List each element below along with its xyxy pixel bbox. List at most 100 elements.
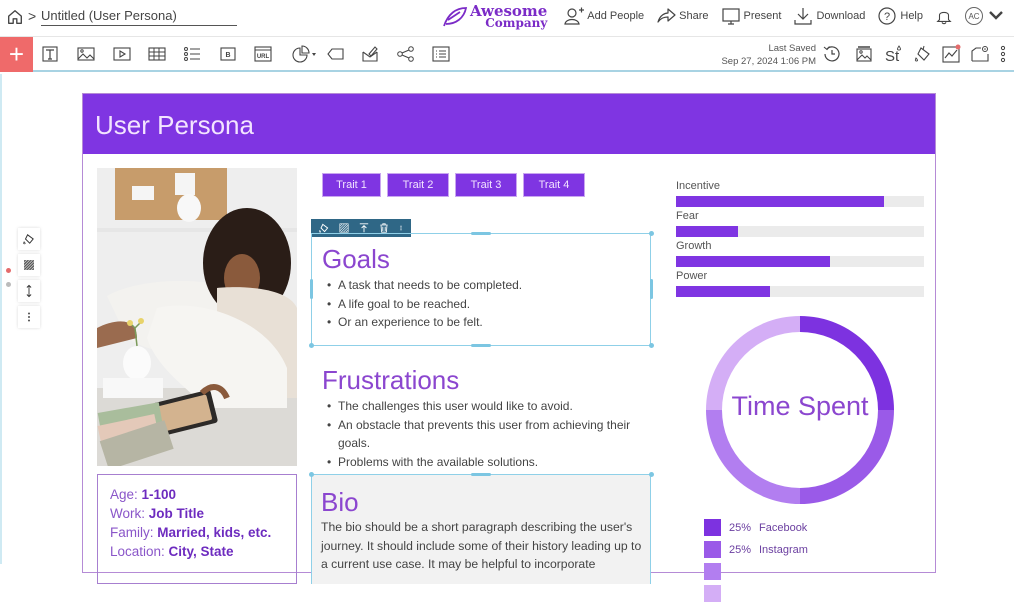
more-options-button[interactable] <box>996 43 1010 65</box>
resize-handle[interactable] <box>649 343 654 348</box>
motivation-bar-track <box>676 286 924 297</box>
home-icon[interactable] <box>6 8 24 26</box>
content-list-tool[interactable] <box>429 43 453 65</box>
last-saved-label: Last Saved <box>768 43 816 54</box>
table-icon <box>148 47 166 61</box>
info-family-value: Married, kids, etc. <box>157 525 272 540</box>
chevron-down-icon <box>989 11 1003 20</box>
text-tool[interactable] <box>38 43 62 65</box>
help-button[interactable]: ? Help <box>877 6 923 26</box>
analytics-icon <box>942 44 961 63</box>
block-spacing-button[interactable] <box>18 280 40 302</box>
trait-button[interactable]: Trait 4 <box>524 174 584 196</box>
background-image-button[interactable] <box>852 43 876 65</box>
page-title[interactable]: User Persona <box>95 110 254 141</box>
donut-segment[interactable] <box>706 410 800 504</box>
leaf-logo-icon <box>443 7 468 27</box>
goals-block[interactable]: Goals A task that needs to be completed.… <box>311 244 651 332</box>
settings-button[interactable] <box>968 43 992 65</box>
trait-button[interactable]: Trait 3 <box>456 174 516 196</box>
trait-button[interactable]: Trait 2 <box>388 174 448 196</box>
frustrations-list: The challenges this user would like to a… <box>322 397 641 471</box>
goals-list: A task that needs to be completed. A lif… <box>322 276 651 332</box>
goals-heading: Goals <box>322 244 390 274</box>
legend-label: Instagram <box>759 543 808 556</box>
add-content-button[interactable]: + <box>0 37 33 72</box>
list-item: The challenges this user would like to a… <box>322 397 641 416</box>
add-people-button[interactable]: Add People <box>564 6 644 26</box>
bio-block[interactable]: Bio The bio should be a short paragraph … <box>311 487 651 574</box>
resize-handle[interactable] <box>309 343 314 348</box>
help-label: Help <box>900 10 923 22</box>
chart-tool[interactable] <box>289 43 319 65</box>
list-icon <box>184 47 200 61</box>
vertical-resize-icon <box>26 284 32 298</box>
list-item: An obstacle that prevents this user from… <box>322 416 641 453</box>
history-button[interactable] <box>820 43 844 65</box>
motivation-label: Power <box>676 270 708 282</box>
demographics-box[interactable]: Age: 1-100 Work: Job Title Family: Marri… <box>97 474 297 584</box>
download-button[interactable]: Download <box>793 6 865 26</box>
shape-tool[interactable] <box>324 43 348 65</box>
resize-handle[interactable] <box>471 473 491 476</box>
shape-icon <box>327 48 344 60</box>
table-tool[interactable] <box>145 43 169 65</box>
top-bar: > Untitled (User Persona) Awesome Compan… <box>0 0 1014 36</box>
present-button[interactable]: Present <box>721 6 781 26</box>
resize-handle[interactable] <box>471 344 491 347</box>
add-people-label: Add People <box>587 10 645 22</box>
bio-heading: Bio <box>321 487 359 517</box>
notifications-bell-icon[interactable] <box>935 7 953 25</box>
list-item: A task that needs to be completed. <box>322 276 651 295</box>
legend-percent: 25% <box>729 521 752 534</box>
page-indicator[interactable] <box>6 282 11 287</box>
time-spent-title: Time Spent <box>731 391 869 421</box>
text-style-button[interactable]: St <box>882 43 906 65</box>
list-tool[interactable] <box>180 43 204 65</box>
document-title-input[interactable]: Untitled (User Persona) <box>41 8 237 26</box>
legend-swatch <box>704 541 721 558</box>
last-saved-info: Last Saved Sep 27, 2024 1:06 PM <box>720 42 816 68</box>
persona-photo[interactable] <box>97 168 297 466</box>
resize-handle[interactable] <box>649 231 654 236</box>
text-icon <box>42 46 58 62</box>
trait-button[interactable]: Trait 1 <box>323 174 380 196</box>
resize-handle[interactable] <box>309 472 314 477</box>
motivation-label: Incentive <box>676 180 721 192</box>
motivation-label: Growth <box>676 240 712 252</box>
block-texture-button[interactable] <box>18 254 40 276</box>
network-icon <box>397 46 414 62</box>
network-tool[interactable] <box>394 43 418 65</box>
legend-swatch <box>704 585 721 602</box>
share-button[interactable]: Share <box>656 6 709 26</box>
button-icon: B <box>220 47 236 61</box>
video-icon <box>113 47 131 61</box>
button-tool[interactable]: B <box>216 43 240 65</box>
block-color-button[interactable] <box>18 228 40 250</box>
analytics-button[interactable] <box>939 43 963 65</box>
pattern-icon <box>23 259 35 271</box>
account-menu[interactable]: AC <box>965 6 1006 26</box>
last-saved-time: Sep 27, 2024 1:06 PM <box>721 56 816 67</box>
more-icon <box>27 312 31 322</box>
present-icon <box>721 8 740 25</box>
resize-handle[interactable] <box>649 472 654 477</box>
avatar: AC <box>965 7 983 25</box>
background-image-icon <box>856 46 872 62</box>
donut-segment[interactable] <box>800 410 894 504</box>
frustrations-block[interactable]: Frustrations The challenges this user wo… <box>311 365 641 471</box>
motivation-label: Fear <box>676 210 699 222</box>
color-fill-button[interactable] <box>911 43 935 65</box>
motivation-bar-fill <box>676 256 830 267</box>
page-indicator-active[interactable] <box>6 268 11 273</box>
video-tool[interactable] <box>110 43 134 65</box>
block-more-button[interactable] <box>18 306 40 328</box>
url-tool[interactable]: URL <box>251 43 275 65</box>
settings-folder-icon <box>971 46 989 62</box>
resize-handle[interactable] <box>471 232 491 235</box>
motivation-bar-track <box>676 196 924 207</box>
persona-page: User Persona Age: 1-100 Work: Job Title … <box>82 93 936 602</box>
image-tool[interactable] <box>74 43 98 65</box>
motivation-bars[interactable]: Incentive Fear Growth Power <box>676 180 926 300</box>
interactive-tool[interactable] <box>358 43 382 65</box>
